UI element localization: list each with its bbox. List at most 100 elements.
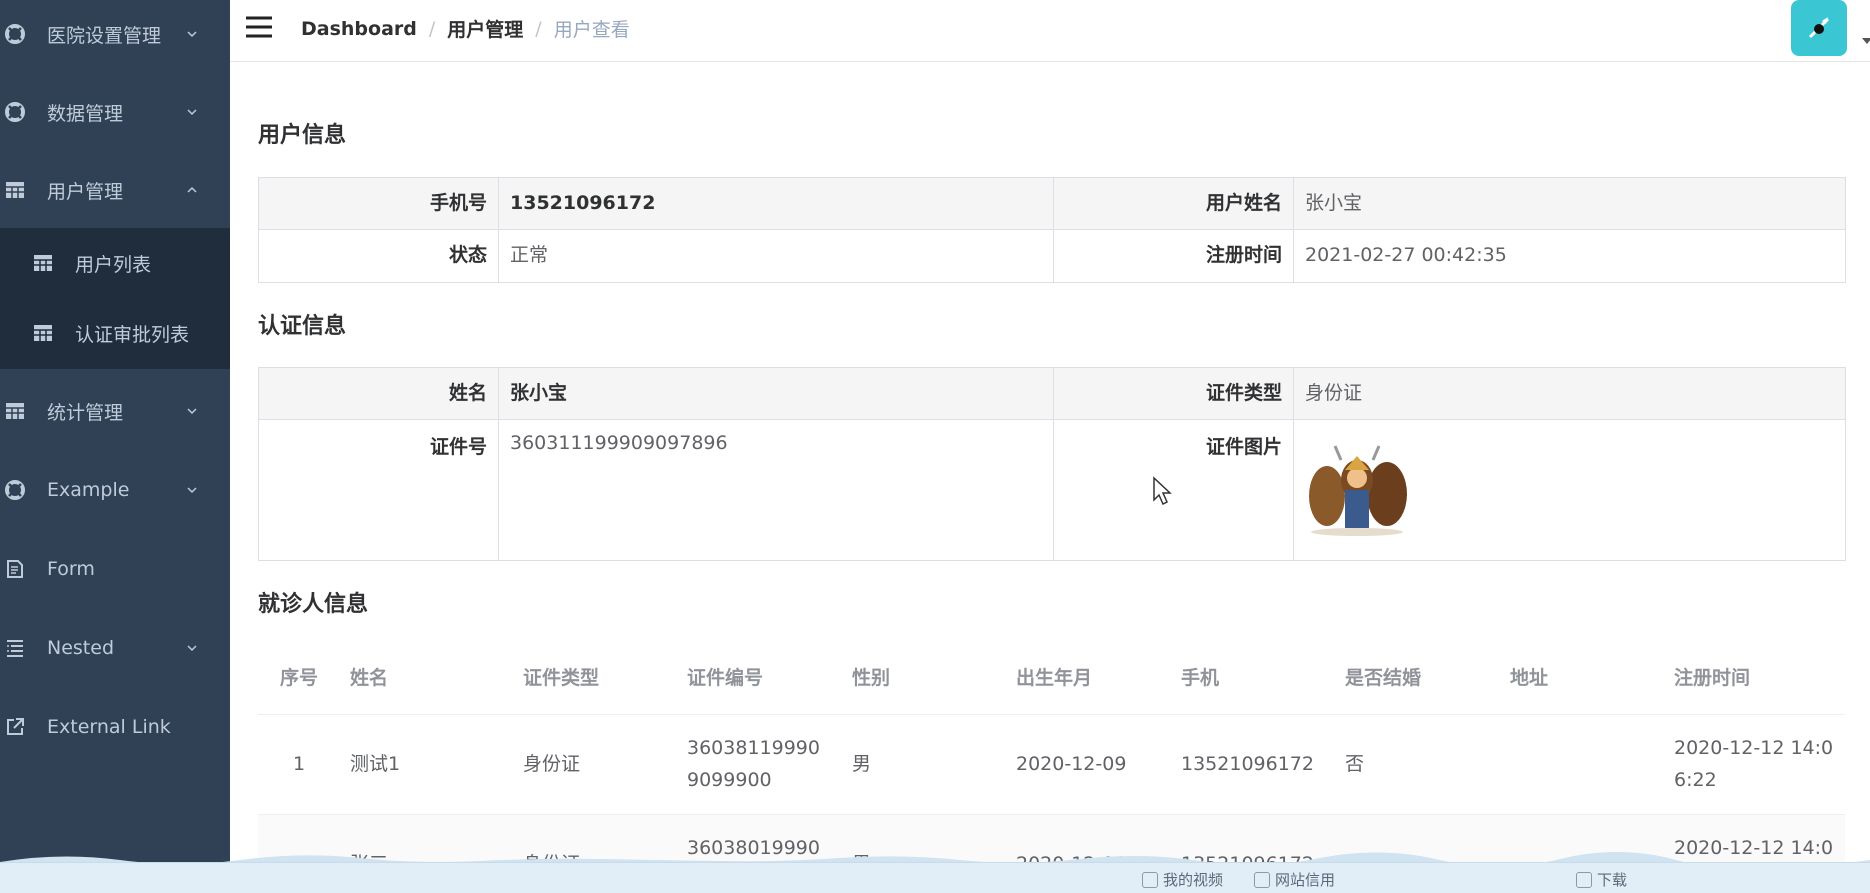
cert-no-value: 360311199909097896	[498, 419, 1054, 561]
lifebuoy-icon	[4, 101, 26, 123]
chevron-down-icon	[187, 645, 197, 652]
sidebar-item-label: Nested	[47, 637, 115, 659]
lifebuoy-icon	[4, 23, 26, 45]
cell-sex: 男	[842, 714, 1006, 815]
sidebar-item-label: 数据管理	[47, 102, 124, 125]
sidebar-item-nested[interactable]: Nested	[0, 609, 230, 687]
navbar: Dashboard / 用户管理 / 用户查看	[230, 0, 1870, 62]
cert-image-thumbnail[interactable]	[1305, 434, 1409, 538]
breadcrumb-separator: /	[428, 17, 436, 40]
column-header: 地址	[1500, 640, 1664, 715]
sidebar-subitem-label: 认证审批列表	[75, 323, 190, 346]
cell-cert-type: 身份证	[513, 714, 677, 815]
chevron-down-icon	[187, 487, 197, 494]
cell-married: 否	[1335, 714, 1500, 815]
download-button[interactable]: 下载	[1576, 869, 1627, 890]
table-icon	[32, 252, 54, 274]
sidebar-subitem-label: 用户列表	[75, 253, 152, 276]
nested-list-icon	[4, 637, 26, 659]
cell-no: 1	[258, 714, 340, 815]
column-header: 证件类型	[513, 640, 677, 715]
user-name-value: 张小宝	[1293, 177, 1846, 230]
chevron-up-icon	[187, 186, 197, 193]
sidebar-item-hospital-settings[interactable]: 医院设置管理	[0, 0, 230, 73]
download-label: 下载	[1597, 871, 1628, 889]
shield-icon	[1254, 871, 1270, 888]
form-icon	[4, 558, 26, 580]
sidebar-item-users[interactable]: 用户管理	[0, 151, 230, 229]
auth-info-table: 姓名 张小宝 证件类型 身份证 证件号 360311199909097896 证…	[258, 367, 1846, 561]
hamburger-menu-icon[interactable]	[244, 14, 274, 40]
breadcrumb-separator: /	[535, 17, 542, 40]
sidebar-item-label: Example	[47, 479, 130, 501]
sidebar-subitem-auth-approval[interactable]: 认证审批列表	[0, 298, 230, 368]
status-value: 正常	[498, 229, 1054, 283]
column-header: 是否结婚	[1335, 640, 1500, 715]
sidebar-item-label: 用户管理	[47, 180, 124, 203]
table-header-row: 序号 姓名 证件类型 证件编号 性别 出生年月 手机 是否结婚 地址 注册时间	[258, 640, 1845, 715]
table-icon	[4, 400, 26, 422]
chevron-down-icon	[187, 408, 197, 415]
my-video-label: 我的视频	[1163, 871, 1224, 889]
video-icon	[1142, 871, 1158, 888]
register-time-value: 2021-02-27 00:42:35	[1293, 229, 1846, 283]
cert-image-cell	[1293, 419, 1846, 561]
table-icon	[4, 179, 26, 201]
cert-type-label: 证件类型	[1053, 367, 1294, 420]
site-credit-button[interactable]: 网站信用	[1254, 869, 1335, 890]
cert-no-label: 证件号	[258, 419, 499, 561]
column-header: 姓名	[340, 640, 513, 715]
user-name-label: 用户姓名	[1053, 177, 1294, 230]
my-video-button[interactable]: 我的视频	[1142, 869, 1223, 890]
users-submenu: 用户列表 认证审批列表	[0, 228, 230, 369]
breadcrumb-dashboard[interactable]: Dashboard	[301, 18, 417, 40]
user-info-title: 用户信息	[258, 123, 347, 148]
sidebar-item-label: 医院设置管理	[47, 24, 162, 47]
auth-info-title: 认证信息	[258, 314, 347, 339]
sidebar-item-form[interactable]: Form	[0, 530, 230, 608]
column-header: 注册时间	[1664, 640, 1845, 715]
cell-cert-no: 360381199909099900	[677, 714, 842, 815]
patients-title: 就诊人信息	[258, 592, 369, 617]
caret-down-icon[interactable]	[1862, 38, 1870, 44]
sidebar-item-label: 统计管理	[47, 401, 124, 424]
sidebar-item-data[interactable]: 数据管理	[0, 73, 230, 151]
browser-status-bar: 我的视频 网站信用 下载	[0, 862, 1870, 893]
auth-name-value: 张小宝	[498, 367, 1054, 420]
cert-type-value: 身份证	[1293, 367, 1846, 420]
sidebar-item-example[interactable]: Example	[0, 451, 230, 529]
sidebar-item-label: External Link	[47, 716, 171, 738]
table-icon	[32, 322, 54, 344]
column-header: 手机	[1171, 640, 1335, 715]
avatar-image-icon	[1808, 17, 1830, 39]
register-time-label: 注册时间	[1053, 229, 1294, 283]
cell-name: 测试1	[340, 714, 513, 815]
site-credit-label: 网站信用	[1275, 871, 1336, 889]
phone-value: 13521096172	[498, 177, 1054, 230]
chevron-down-icon	[187, 31, 197, 38]
column-header: 性别	[842, 640, 1006, 715]
breadcrumb-current: 用户查看	[553, 19, 630, 41]
sidebar-subitem-user-list[interactable]: 用户列表	[0, 228, 230, 298]
breadcrumb-user-management[interactable]: 用户管理	[447, 15, 523, 42]
chevron-down-icon	[187, 109, 197, 116]
lifebuoy-icon	[4, 479, 26, 501]
user-info-table: 手机号 13521096172 用户姓名 张小宝 状态 正常 注册时间 2021…	[258, 177, 1846, 283]
mouse-cursor-icon	[1153, 476, 1172, 506]
sidebar: 医院设置管理 数据管理 用户管理 用户列表 认证审批列表 统计管理 Exampl…	[0, 0, 230, 893]
sidebar-item-external-link[interactable]: External Link	[0, 688, 230, 766]
app-root: 医院设置管理 数据管理 用户管理 用户列表 认证审批列表 统计管理 Exampl…	[0, 0, 1870, 893]
table-row[interactable]: 1 测试1 身份证 360381199909099900 男 2020-12-0…	[258, 714, 1845, 815]
auth-name-label: 姓名	[258, 367, 499, 420]
status-label: 状态	[258, 229, 499, 283]
cell-birth: 2020-12-09	[1006, 714, 1171, 815]
avatar[interactable]	[1791, 0, 1847, 56]
breadcrumb: Dashboard / 用户管理 / 用户查看	[301, 15, 630, 42]
sidebar-item-statistics[interactable]: 统计管理	[0, 372, 230, 450]
column-header: 证件编号	[677, 640, 842, 715]
cell-phone: 13521096172	[1171, 714, 1335, 815]
phone-label: 手机号	[258, 177, 499, 230]
download-icon	[1576, 871, 1592, 888]
cell-reg-time: 2020-12-12 14:06:22	[1664, 714, 1845, 815]
sidebar-item-label: Form	[47, 558, 95, 580]
